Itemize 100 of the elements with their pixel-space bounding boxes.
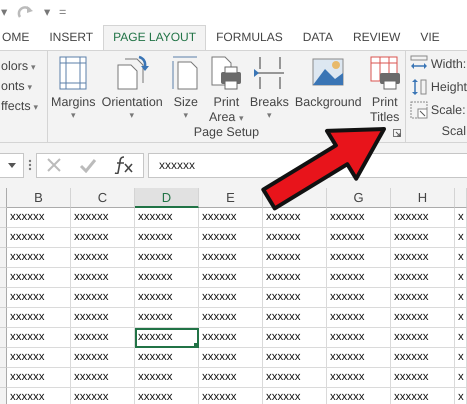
dropdown-caret[interactable]: ▾ [28,82,33,92]
table-cell: xxxxxx [135,348,199,368]
theme-menu-item[interactable]: onts [1,79,25,94]
row-header[interactable] [0,368,7,388]
table-cell: xxxxxx [391,328,455,348]
table-cell: xxxxxx [71,308,135,328]
table-cell: xxxxxx [135,368,199,388]
ribbon-button[interactable]: Background [294,51,363,125]
table-cell: xxxxxx [199,248,263,268]
row-header[interactable] [0,228,7,248]
grip-icon [28,159,32,171]
dialog-launcher-icon[interactable] [392,129,401,137]
table-cell: xxxxxx [263,328,327,348]
table-cell: xxxxxx [135,388,199,404]
table-cell: xxxxxx [199,288,263,308]
ribbon-button[interactable]: Orientation ▾ [100,51,164,125]
table-cell: x [455,288,467,308]
scale-icon [410,100,428,119]
ribbon-tab[interactable]: VIE [410,25,450,50]
field-label: Width: [430,56,466,73]
dropdown-caret[interactable]: ▾ [44,2,51,22]
ribbon-tab[interactable]: DATA [292,25,343,50]
table-cell: xxxxxx [391,348,455,368]
page-breaks-icon [252,55,286,91]
table-cell: xxxxxx [7,228,71,248]
ribbon-tab[interactable]: FORMULAS [206,25,293,50]
table-cell: x [455,328,467,348]
table-cell: xxxxxx [391,248,455,268]
table-cell: x [455,208,467,228]
table-cell: xxxxxx [71,388,135,404]
column-header[interactable]: G [327,188,391,208]
table-cell: xxxxxx [199,308,263,328]
dropdown-caret-icon [8,162,16,168]
table-cell: xxxxxx [263,388,327,404]
group-label: Scal [442,124,466,138]
orientation-icon [115,55,150,91]
table-cell: xxxxxx [135,328,199,348]
table-cell: xxxxxx [263,248,327,268]
dropdown-caret[interactable]: ▾ [31,62,36,72]
field-label: Scale: [430,102,466,118]
table-cell: xxxxxx [7,348,71,368]
row-header[interactable] [0,348,7,368]
customize-toolbar-icon[interactable]: = [59,2,66,22]
dropdown-caret[interactable]: ▾ [1,2,8,22]
ribbon-button[interactable]: Print Titles [366,51,403,125]
table-cell: xxxxxx [263,268,327,288]
table-cell: xxxxxx [7,388,71,404]
table-cell: x [455,268,467,288]
cancel-icon[interactable] [46,157,62,173]
column-header[interactable]: E [199,188,263,208]
theme-menu-item[interactable]: olors [1,59,28,74]
select-all-corner[interactable] [0,188,7,208]
ribbon-tab[interactable]: REVIEW [342,25,410,50]
ribbon-tab[interactable]: INSERT [39,25,104,50]
table-cell: xxxxxx [263,228,327,248]
ribbon-tab[interactable]: OME [1,25,40,50]
name-box[interactable] [0,152,24,178]
row-header[interactable] [0,328,7,348]
table-cell: xxxxxx [327,228,391,248]
table-cell: xxxxxx [327,348,391,368]
table-cell: xxxxxx [135,288,199,308]
ribbon-button[interactable]: Print Area ▾ [208,51,245,125]
ribbon-button[interactable]: Size ▾ [168,51,204,125]
row-header[interactable] [0,288,7,308]
column-header[interactable]: D [135,188,199,208]
fill-handle[interactable] [194,343,198,347]
column-header[interactable]: C [71,188,135,208]
ribbon-button[interactable]: Margins ▾ [50,51,96,125]
table-cell: xxxxxx [199,348,263,368]
table-cell: x [455,348,467,368]
table-cell: xxxxxx [135,308,199,328]
check-icon[interactable] [78,157,97,173]
table-cell: xxxxxx [71,268,135,288]
table-cell: xxxxxx [327,368,391,388]
column-header[interactable]: B [7,188,71,208]
dropdown-caret[interactable]: ▾ [34,102,39,112]
ribbon-tab[interactable]: PAGE LAYOUT [103,25,206,50]
table-cell: xxxxxx [71,348,135,368]
row-header[interactable] [0,208,7,228]
column-header[interactable]: H [391,188,455,208]
table-cell: xxxxxx [327,268,391,288]
row-header[interactable] [0,308,7,328]
table-cell: xxxxxx [7,308,71,328]
print-titles-icon [368,55,402,91]
function-icon[interactable] [114,156,134,174]
ribbon-button[interactable]: Breaks ▾ [248,51,290,125]
row-header[interactable] [0,248,7,268]
table-cell: xxxxxx [327,248,391,268]
table-cell: xxxxxx [7,208,71,228]
table-cell: xxxxxx [71,368,135,388]
row-header[interactable] [0,268,7,288]
table-cell: x [455,388,467,404]
row-header[interactable] [0,388,7,404]
table-cell: xxxxxx [263,288,327,308]
table-cell: xxxxxx [71,248,135,268]
table-cell: xxxxxx [327,208,391,228]
table-cell: xxxxxx [327,288,391,308]
table-cell: xxxxxx [7,328,71,348]
theme-menu-item[interactable]: ffects [1,99,31,114]
table-cell: xxxxxx [71,288,135,308]
